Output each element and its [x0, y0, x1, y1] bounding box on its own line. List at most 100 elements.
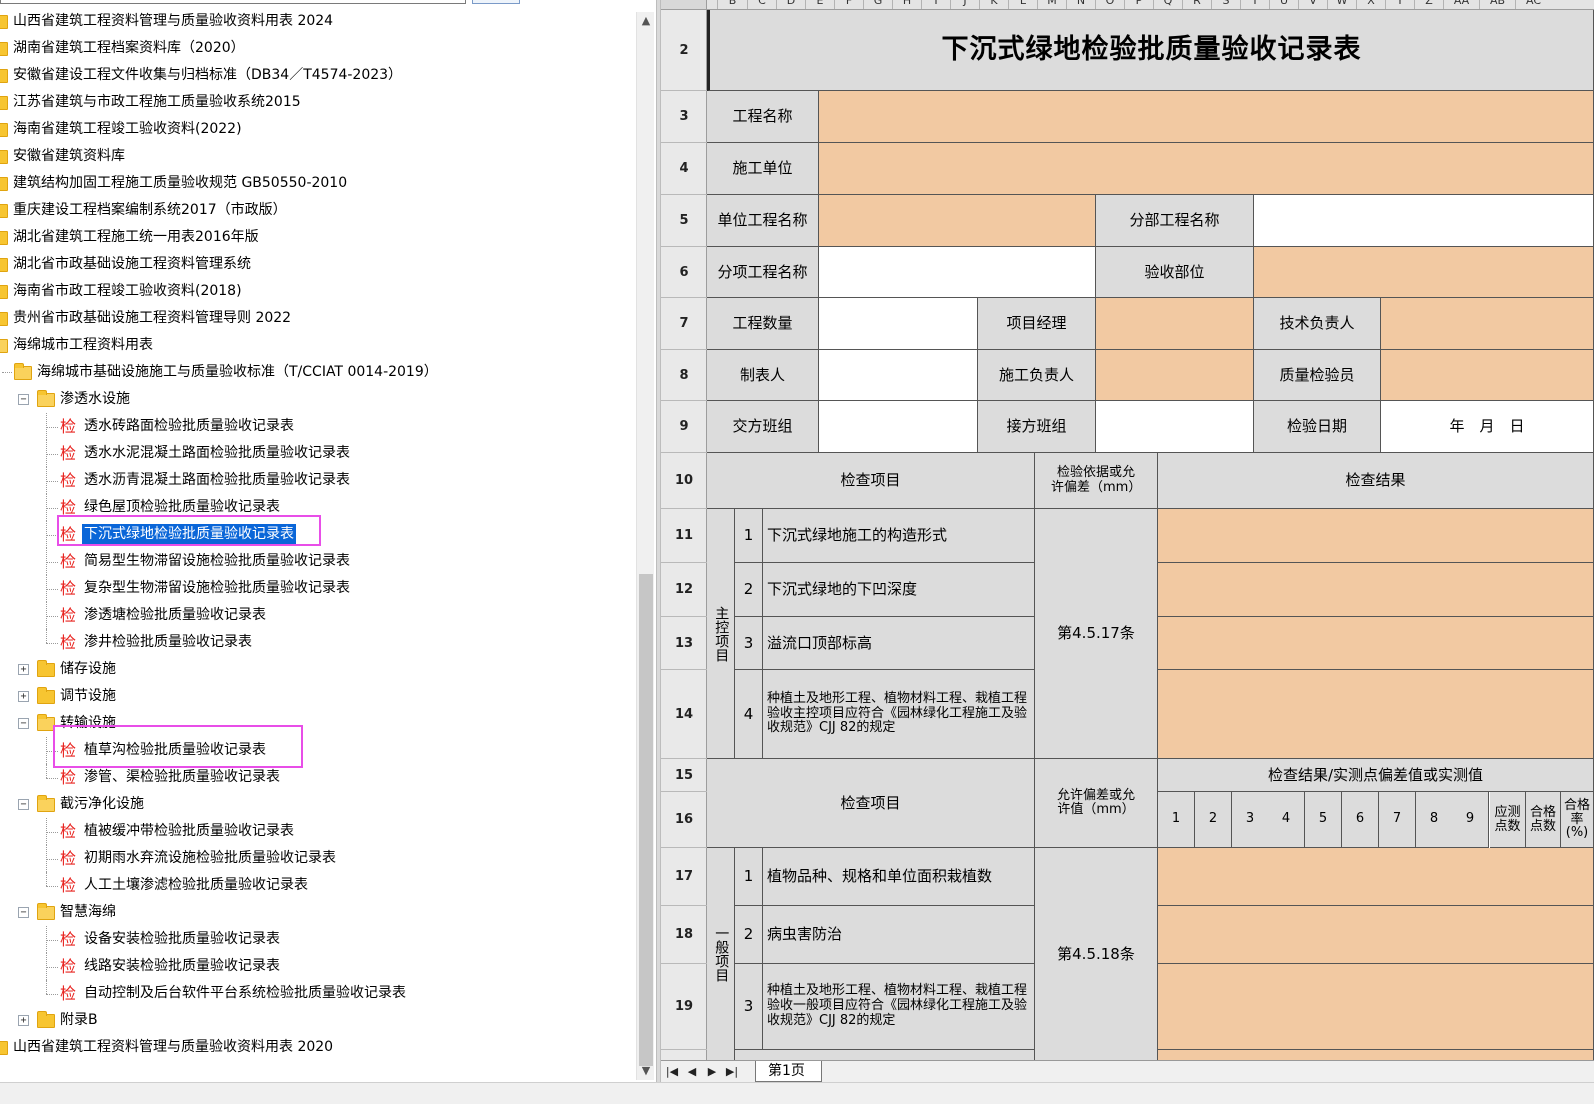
- tree-leaf-label[interactable]: 初期雨水弃流设施检验批质量验收记录表: [84, 845, 336, 872]
- tree-group-node[interactable]: + 储存设施: [0, 656, 636, 683]
- main-result-field[interactable]: [1158, 509, 1594, 563]
- tree-leaf[interactable]: 检初期雨水弃流设施检验批质量验收记录表: [0, 845, 636, 872]
- column-header[interactable]: N: [1066, 0, 1095, 9]
- handover-team-field[interactable]: [819, 401, 978, 453]
- row-header[interactable]: 9: [661, 401, 707, 453]
- expand-toggle-icon[interactable]: +: [18, 1015, 29, 1026]
- inspection-location-field[interactable]: [1254, 247, 1594, 298]
- tree-group-label[interactable]: 截污净化设施: [60, 791, 144, 818]
- tree-node-label[interactable]: 安徽省建设工程文件收集与归档标准（DB34／T4574-2023）: [13, 62, 402, 89]
- tree-node[interactable]: 山西省建筑工程资料管理与质量验收资料用表 2020: [0, 1034, 636, 1061]
- tree-node-label[interactable]: 重庆建设工程档案编制系统2017（市政版）: [13, 197, 287, 224]
- general-result-field[interactable]: [1158, 906, 1594, 964]
- tree-leaf-label[interactable]: 渗井检验批质量验收记录表: [84, 629, 252, 656]
- collapse-toggle-icon[interactable]: −: [18, 718, 29, 729]
- tree-node-label[interactable]: 海绵城市工程资料用表: [13, 332, 153, 359]
- row-header[interactable]: 18: [661, 906, 707, 964]
- main-result-field[interactable]: [1158, 617, 1594, 670]
- inspection-date-field[interactable]: 年 月 日: [1381, 401, 1594, 453]
- row-header[interactable]: 7: [661, 298, 707, 350]
- unit-project-name-field[interactable]: [819, 195, 1096, 247]
- tree-node-label[interactable]: 建筑结构加固工程施工质量验收规范 GB50550-2010: [13, 170, 347, 197]
- column-header[interactable]: U: [1269, 0, 1298, 9]
- tree-node-label[interactable]: 海绵城市基础设施施工与质量验收标准（T/CCIAT 0014-2019）: [37, 359, 438, 386]
- tree-leaf-label[interactable]: 透水沥青混凝土路面检验批质量验收记录表: [84, 467, 350, 494]
- tree-leaf[interactable]: 检渗管、渠检验批质量验收记录表: [0, 764, 636, 791]
- column-header[interactable]: G: [863, 0, 892, 9]
- construction-unit-field[interactable]: [819, 143, 1594, 195]
- tree-leaf-label[interactable]: 渗透塘检验批质量验收记录表: [84, 602, 266, 629]
- expand-toggle-icon[interactable]: +: [18, 691, 29, 702]
- row-header[interactable]: 14: [661, 670, 707, 759]
- tree-group-label[interactable]: 智慧海绵: [60, 899, 116, 926]
- row-header[interactable]: 13: [661, 617, 707, 670]
- scroll-up-arrow-icon[interactable]: ▲: [637, 12, 655, 30]
- column-header[interactable]: E: [805, 0, 834, 9]
- row-header[interactable]: 16: [661, 792, 707, 848]
- tree-node[interactable]: 湖北省建筑工程施工统一用表2016年版: [0, 224, 636, 251]
- tree-group-label[interactable]: 调节设施: [60, 683, 116, 710]
- general-result-field[interactable]: [1158, 964, 1594, 1050]
- collapse-toggle-icon[interactable]: −: [18, 394, 29, 405]
- tree-leaf[interactable]: 检自动控制及后台软件平台系统检验批质量验收记录表: [0, 980, 636, 1007]
- quality-inspector-field[interactable]: [1381, 350, 1594, 401]
- tree-node-label[interactable]: 海南省建筑工程竣工验收资料(2022): [13, 116, 242, 143]
- column-header[interactable]: P: [1124, 0, 1153, 9]
- tree-node-label[interactable]: 贵州省市政基础设施工程资料管理导则 2022: [13, 305, 291, 332]
- tree-leaf[interactable]: 检设备安装检验批质量验收记录表: [0, 926, 636, 953]
- scroll-down-arrow-icon[interactable]: ▼: [637, 1062, 655, 1080]
- next-sheet-icon[interactable]: ▶: [703, 1064, 721, 1080]
- tree-node[interactable]: 湖北省市政基础设施工程资料管理系统: [0, 251, 636, 278]
- tree-group-label[interactable]: 附录B: [60, 1007, 98, 1034]
- tree-leaf-label[interactable]: 透水砖路面检验批质量验收记录表: [84, 413, 294, 440]
- column-header[interactable]: D: [776, 0, 805, 9]
- main-result-field[interactable]: [1158, 670, 1594, 759]
- tree-leaf-label[interactable]: 设备安装检验批质量验收记录表: [84, 926, 280, 953]
- tree-node[interactable]: 安徽省建设工程文件收集与归档标准（DB34／T4574-2023）: [0, 62, 636, 89]
- tree-leaf[interactable]: 检透水水泥混凝土路面检验批质量验收记录表: [0, 440, 636, 467]
- project-name-field[interactable]: [819, 91, 1594, 143]
- tree-leaf[interactable]: 检植被缓冲带检验批质量验收记录表: [0, 818, 636, 845]
- column-header[interactable]: S: [1211, 0, 1240, 9]
- tree-node[interactable]: 海南省市政工程竣工验收资料(2018): [0, 278, 636, 305]
- tree-group-label[interactable]: 储存设施: [60, 656, 116, 683]
- column-header[interactable]: O: [1095, 0, 1124, 9]
- tree-node-label[interactable]: 湖北省建筑工程施工统一用表2016年版: [13, 224, 259, 251]
- subitem-project-name-field[interactable]: [819, 247, 1096, 298]
- collapse-toggle-icon[interactable]: −: [18, 907, 29, 918]
- previous-sheet-icon[interactable]: ◀: [683, 1064, 701, 1080]
- tree-group-node[interactable]: + 附录B: [0, 1007, 636, 1034]
- column-header[interactable]: F: [834, 0, 863, 9]
- tree-leaf[interactable]: 检透水砖路面检验批质量验收记录表: [0, 413, 636, 440]
- row-header[interactable]: 11: [661, 509, 707, 563]
- tree-node-label[interactable]: 湖南省建筑工程档案资料库（2020）: [13, 35, 245, 62]
- tree-leaf[interactable]: 检人工土壤渗滤检验批质量验收记录表: [0, 872, 636, 899]
- tree-leaf[interactable]: 检线路安装检验批质量验收记录表: [0, 953, 636, 980]
- general-result-field[interactable]: [1158, 1050, 1594, 1060]
- column-header[interactable]: M: [1037, 0, 1066, 9]
- tree-node[interactable]: 重庆建设工程档案编制系统2017（市政版）: [0, 197, 636, 224]
- construction-lead-field[interactable]: [1096, 350, 1254, 401]
- tree-leaf[interactable]: 检复杂型生物滞留设施检验批质量验收记录表: [0, 575, 636, 602]
- tree-leaf[interactable]: 检简易型生物滞留设施检验批质量验收记录表: [0, 548, 636, 575]
- tree-group-node[interactable]: − 渗透水设施: [0, 386, 636, 413]
- last-sheet-icon[interactable]: ▶|: [723, 1064, 741, 1080]
- column-header[interactable]: AC: [1515, 0, 1551, 9]
- tree-scrollbar[interactable]: ▲ ▼: [636, 12, 654, 1080]
- tree-node[interactable]: 安徽省建筑资料库: [0, 143, 636, 170]
- column-header[interactable]: L: [1008, 0, 1037, 9]
- tree-group-label[interactable]: 渗透水设施: [60, 386, 130, 413]
- tree-node-label[interactable]: 江苏省建筑与市政工程施工质量验收系统2015: [13, 89, 301, 116]
- expand-toggle-icon[interactable]: +: [18, 664, 29, 675]
- column-header[interactable]: AB: [1479, 0, 1515, 9]
- tree-search-button[interactable]: [472, 0, 520, 4]
- column-header[interactable]: C: [747, 0, 776, 9]
- row-header[interactable]: 15: [661, 759, 707, 792]
- tree-node[interactable]: 贵州省市政基础设施工程资料管理导则 2022: [0, 305, 636, 332]
- tree-leaf[interactable]: 检渗井检验批质量验收记录表: [0, 629, 636, 656]
- collapse-toggle-icon[interactable]: −: [18, 799, 29, 810]
- row-header[interactable]: 2: [661, 10, 707, 91]
- column-header[interactable]: I: [921, 0, 950, 9]
- division-project-name-field[interactable]: [1254, 195, 1594, 247]
- column-header[interactable]: R: [1182, 0, 1211, 9]
